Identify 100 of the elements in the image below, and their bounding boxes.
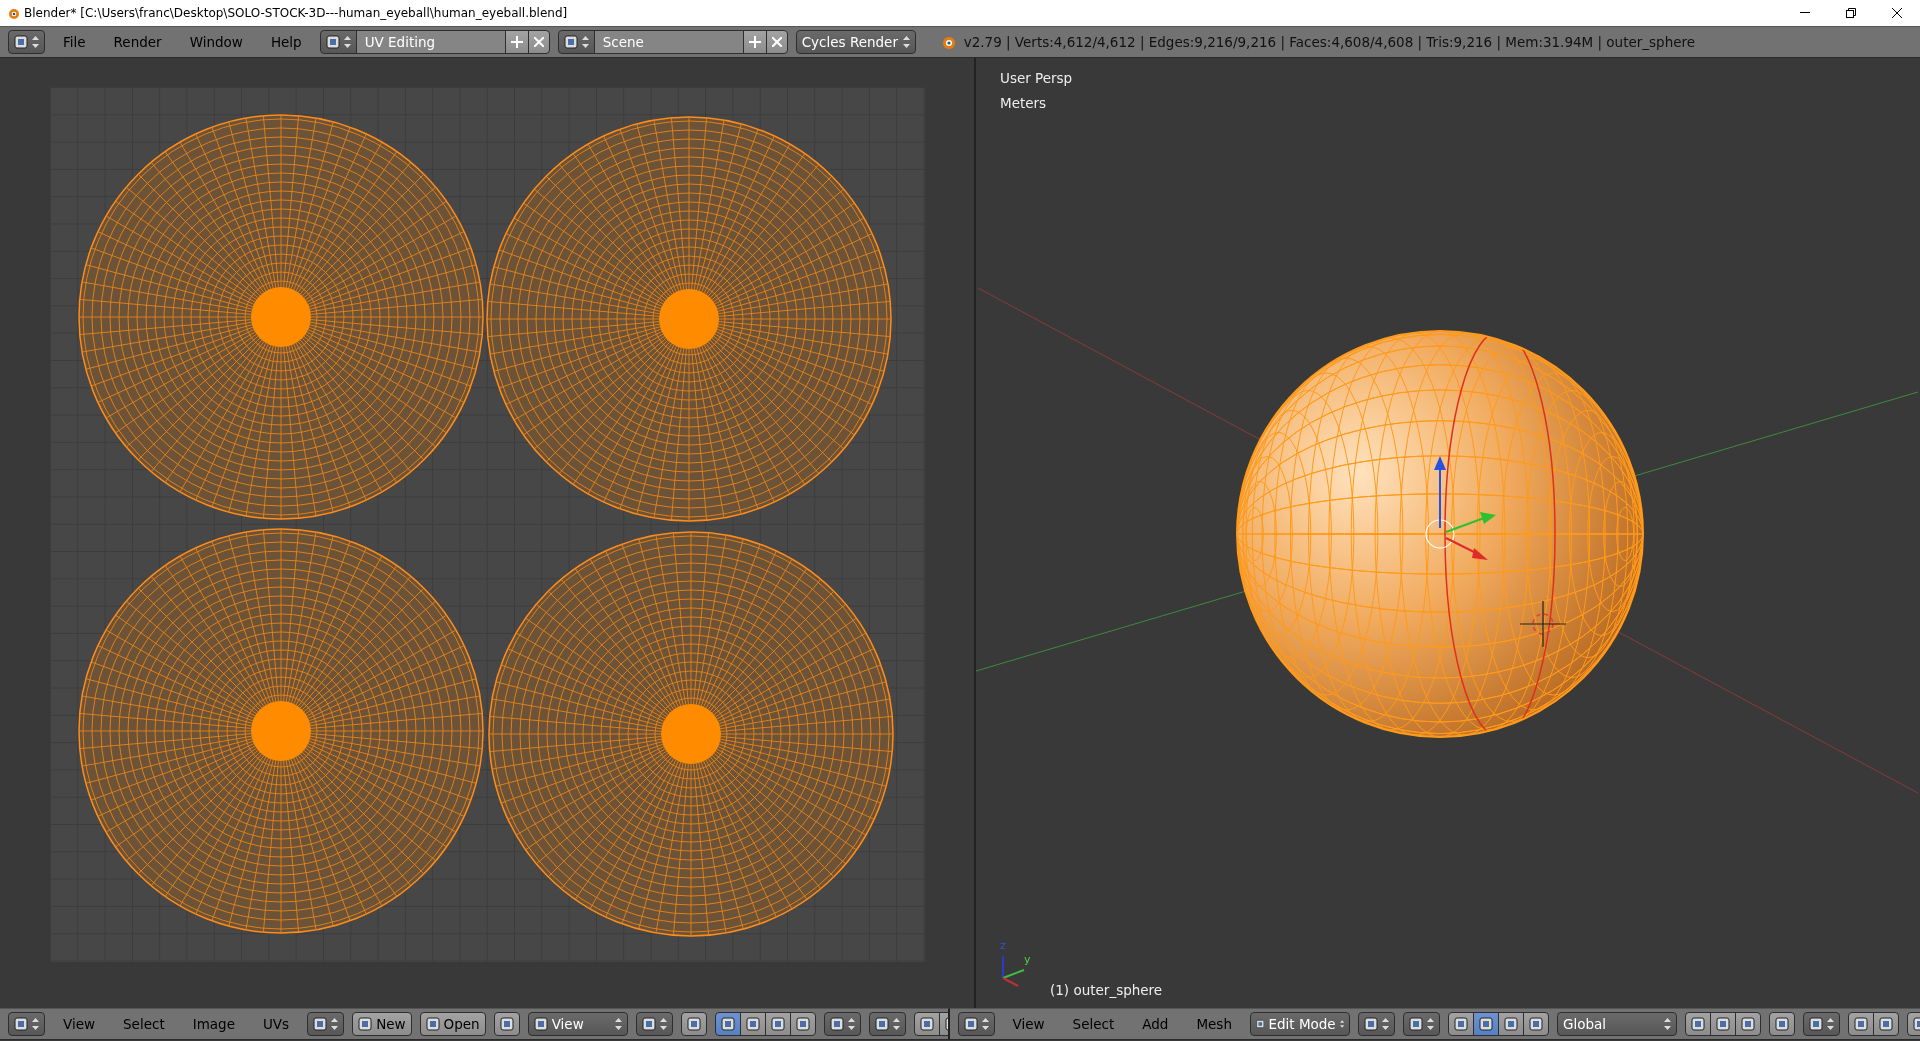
menu-item[interactable]: Image (182, 1013, 245, 1035)
add-button[interactable] (742, 30, 767, 54)
square-icon (563, 35, 578, 49)
square-icon (874, 1017, 889, 1031)
square-icon (770, 1017, 785, 1031)
square-icon (1740, 1017, 1755, 1031)
remove-button[interactable] (527, 30, 550, 54)
header-button[interactable]: Open (419, 1012, 486, 1036)
close-icon (771, 37, 782, 47)
close-icon (533, 37, 544, 47)
toggle-button[interactable] (714, 1012, 741, 1036)
updown-arrows-icon (32, 35, 39, 49)
updown-arrows-icon (659, 1017, 667, 1031)
square-icon (686, 1017, 701, 1031)
square-icon (1453, 1017, 1468, 1031)
updown-arrows-icon (1381, 1017, 1389, 1031)
viewport-info-text: Meters (1000, 94, 1047, 113)
square-icon (499, 1017, 514, 1031)
icon-dropdown-button[interactable] (1402, 1012, 1440, 1036)
square-icon (1363, 1017, 1378, 1031)
square-icon (425, 1017, 440, 1031)
menu-item[interactable]: UVs (253, 1013, 300, 1035)
menu-item[interactable]: View (1002, 1013, 1055, 1035)
toggle-button[interactable] (1522, 1012, 1549, 1036)
toggle-button[interactable] (1709, 1012, 1736, 1036)
icon-dropdown-button[interactable] (557, 30, 595, 54)
axis-label: z (1000, 938, 1006, 954)
menu-item[interactable]: Help (260, 31, 312, 53)
square-icon (533, 1017, 548, 1031)
menu-item[interactable]: File (53, 31, 96, 53)
editor-type-button[interactable] (957, 1012, 995, 1036)
tool-button[interactable] (493, 1012, 520, 1036)
transform-gizmo-drawing[interactable] (1425, 456, 1496, 560)
square-icon (1255, 1017, 1265, 1031)
menu-item[interactable]: Add (1132, 1013, 1179, 1035)
toggle-button[interactable] (739, 1012, 766, 1036)
window-title: Blender* [C:\Users\franc\Desktop\SOLO-STOCK-3D---human_eyeball\human_eyeball.blend] (24, 5, 568, 22)
icon-dropdown-button[interactable] (319, 30, 357, 54)
menu-item[interactable]: Render (103, 31, 172, 53)
toggle-button[interactable] (913, 1012, 940, 1036)
square-icon (1715, 1017, 1730, 1031)
close-icon[interactable] (1892, 8, 1902, 18)
toggle-button[interactable] (1447, 1012, 1474, 1036)
updown-arrows-icon (331, 1017, 339, 1031)
tool-button[interactable] (1768, 1012, 1795, 1036)
square-icon (1774, 1017, 1789, 1031)
toggle-button[interactable] (1497, 1012, 1524, 1036)
square-icon (745, 1017, 760, 1031)
viewport-info-text: User Persp (1000, 69, 1073, 88)
dropdown-button[interactable]: Cycles Render (795, 30, 916, 54)
square-icon (313, 1017, 328, 1031)
icon-dropdown-button[interactable] (1802, 1012, 1840, 1036)
axis-gizmo-icon (1002, 955, 1025, 987)
toggle-button[interactable] (1872, 1012, 1899, 1036)
header-button[interactable]: New (352, 1012, 412, 1036)
updown-arrows-icon (1426, 1017, 1434, 1031)
object-name-label: (1) outer_sphere (1050, 981, 1163, 1000)
square-icon (325, 35, 340, 49)
app-logo-icon (6, 6, 20, 20)
name-field[interactable]: UV Editing (355, 30, 506, 54)
square-icon (1528, 1017, 1543, 1031)
square-icon (829, 1017, 844, 1031)
dropdown-button[interactable]: Edit Mode (1249, 1012, 1350, 1036)
square-icon (641, 1017, 656, 1031)
toggle-button[interactable] (1734, 1012, 1761, 1036)
restore-icon[interactable] (1846, 8, 1856, 18)
icon-dropdown-button[interactable] (307, 1012, 345, 1036)
square-icon (1878, 1017, 1893, 1031)
square-icon (919, 1017, 934, 1031)
menu-item[interactable]: Select (1062, 1013, 1125, 1035)
icon-dropdown-button[interactable] (635, 1012, 673, 1036)
square-icon (963, 1017, 978, 1031)
icon-dropdown-button[interactable] (868, 1012, 906, 1036)
editor-type-button[interactable] (8, 1012, 45, 1036)
minimize-icon[interactable] (1800, 12, 1810, 14)
toggle-button[interactable] (789, 1012, 816, 1036)
menu-item[interactable]: Mesh (1186, 1013, 1242, 1035)
toggle-button[interactable] (1684, 1012, 1711, 1036)
menu-item[interactable]: View (53, 1013, 106, 1035)
editor-type-button[interactable] (8, 30, 45, 54)
tool-button[interactable] (680, 1012, 707, 1036)
3d-cursor-icon (1519, 600, 1567, 648)
square-icon (358, 1017, 373, 1031)
icon-dropdown-button[interactable] (823, 1012, 861, 1036)
updown-arrows-icon (614, 1017, 622, 1031)
dropdown-button[interactable]: Global (1556, 1012, 1677, 1036)
menu-item[interactable]: Window (179, 31, 253, 53)
remove-button[interactable] (765, 30, 788, 54)
add-button[interactable] (504, 30, 529, 54)
toggle-button[interactable] (764, 1012, 791, 1036)
updown-arrows-icon (981, 1017, 989, 1031)
plus-icon (748, 36, 761, 48)
updown-arrows-icon (1826, 1017, 1834, 1031)
toggle-button[interactable] (1472, 1012, 1499, 1036)
name-field[interactable]: Scene (593, 30, 744, 54)
updown-arrows-icon (32, 1017, 39, 1031)
menu-item[interactable]: Select (113, 1013, 175, 1035)
toggle-button[interactable] (1847, 1012, 1874, 1036)
dropdown-button[interactable]: View (527, 1012, 628, 1036)
icon-dropdown-button[interactable] (1357, 1012, 1395, 1036)
